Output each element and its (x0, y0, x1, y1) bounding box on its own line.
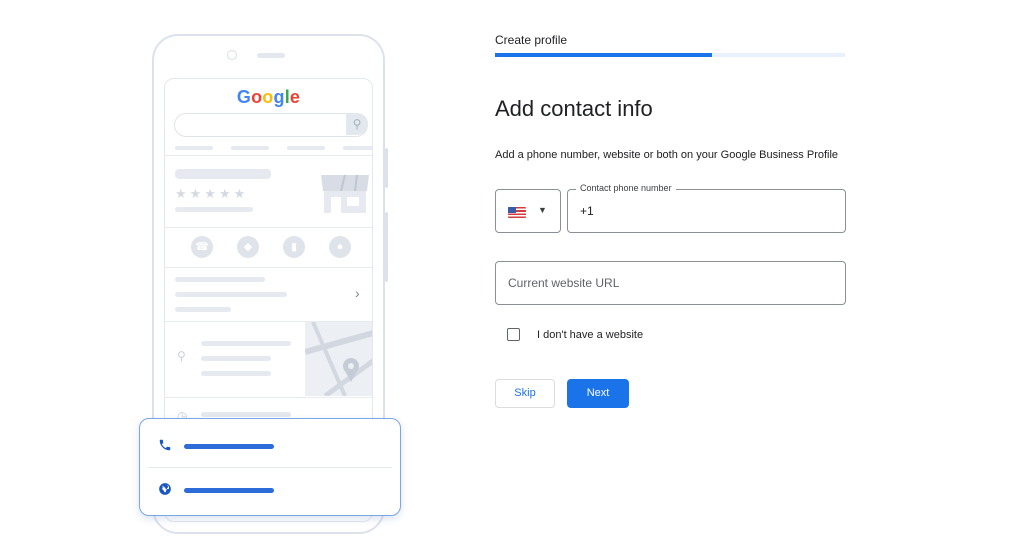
logo-letter: o (251, 87, 263, 107)
card-phone-row (140, 423, 400, 471)
directions-icon: ◆ (237, 236, 259, 258)
divider (165, 397, 372, 398)
website-input[interactable] (496, 262, 845, 304)
text-placeholder (201, 356, 271, 361)
chevron-down-icon: ▼ (538, 205, 547, 215)
divider (165, 267, 372, 268)
phone-input-value[interactable]: +1 (580, 204, 594, 218)
phone-number-placeholder (184, 444, 274, 449)
phone-side-button (385, 212, 388, 282)
text-placeholder (201, 341, 291, 346)
phone-field[interactable]: Contact phone number +1 (567, 183, 846, 233)
website-url-placeholder (184, 488, 274, 493)
progress-bar (495, 53, 845, 57)
page-subtitle: Add a phone number, website or both on y… (495, 149, 839, 161)
google-logo: Google (165, 87, 372, 108)
tab-placeholder (287, 146, 325, 150)
contact-info-card (139, 418, 401, 516)
website-field[interactable] (495, 261, 846, 305)
text-placeholder (175, 277, 265, 282)
category-placeholder (175, 207, 253, 212)
logo-letter: g (273, 87, 285, 107)
rating-stars: ★★★★★ (175, 186, 249, 201)
chevron-right-icon: › (355, 285, 360, 301)
map-thumbnail (305, 322, 372, 396)
country-code-select[interactable]: ▼ (495, 189, 561, 233)
location-pin-icon: ⚲ (177, 349, 186, 363)
next-button[interactable]: Next (567, 379, 629, 408)
phone-side-button (385, 148, 388, 188)
bookmark-icon: ▮ (283, 236, 305, 258)
us-flag-icon (508, 207, 526, 218)
search-bar-placeholder: ⚲ (174, 113, 368, 137)
logo-letter: o (262, 87, 274, 107)
divider (165, 155, 372, 156)
text-placeholder (175, 292, 287, 297)
search-icon: ⚲ (346, 113, 368, 135)
text-placeholder (201, 371, 271, 376)
business-name-placeholder (175, 169, 271, 179)
tab-placeholder (231, 146, 269, 150)
text-placeholder (175, 307, 231, 312)
page-title: Add contact info (495, 96, 653, 121)
skip-button[interactable]: Skip (495, 379, 555, 408)
phone-icon (158, 438, 174, 454)
tab-placeholder (175, 146, 213, 150)
no-website-checkbox[interactable] (507, 328, 520, 341)
tab-placeholder (343, 146, 372, 150)
text-placeholder (201, 412, 291, 417)
speaker-grille (257, 53, 285, 58)
breadcrumb: Create profile (495, 33, 568, 47)
phone-icon: ☎ (191, 236, 213, 258)
divider (165, 227, 372, 228)
no-website-label[interactable]: I don't have a website (537, 329, 643, 341)
storefront-icon (321, 174, 369, 213)
globe-icon: ● (329, 236, 351, 258)
camera-icon (227, 50, 237, 60)
globe-icon (158, 482, 174, 498)
logo-letter: e (289, 87, 301, 107)
phone-field-label: Contact phone number (576, 183, 676, 193)
progress-fill (495, 53, 712, 57)
card-website-row (140, 467, 400, 515)
logo-letter: G (236, 87, 252, 107)
